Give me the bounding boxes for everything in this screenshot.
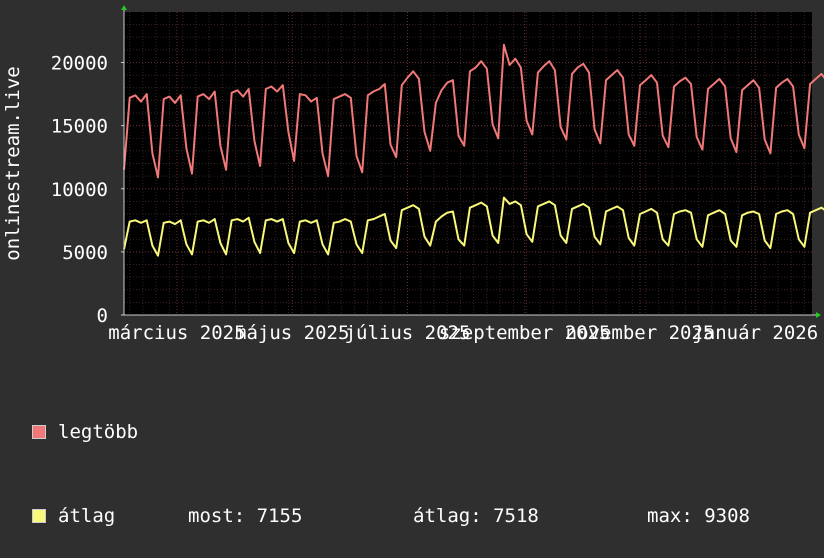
y-ticks: 0 5000 10000 15000 20000: [51, 53, 124, 327]
stat-atlag: átlag: 7518: [413, 505, 539, 527]
y-axis-arrow-icon: [121, 5, 127, 10]
legend-label-atlag: átlag: [58, 505, 116, 527]
x-tick-label: május 2025: [235, 322, 349, 344]
x-tick-label: január 2026: [692, 322, 818, 344]
legend-item-atlag: átlag most: 7155 átlag: 7518 max: 9308: [32, 502, 750, 530]
x-ticks: március 2025május 2025július 2025szeptem…: [108, 322, 818, 344]
legend-item-legtobb: legtöbb: [32, 418, 750, 446]
x-tick-label: március 2025: [108, 322, 245, 344]
x-axis-arrow-icon: [816, 312, 821, 318]
legend-swatch-legtobb: [32, 425, 46, 439]
legend-label-legtobb: legtöbb: [58, 421, 139, 443]
y-tick-label: 15000: [51, 116, 108, 138]
y-tick-label: 0: [97, 305, 108, 327]
y-tick-label: 5000: [62, 242, 108, 264]
y-tick-label: 10000: [51, 179, 108, 201]
y-axis-label: onlinestream.live: [2, 66, 24, 260]
y-tick-label: 20000: [51, 53, 108, 75]
legend: legtöbb átlag most: 7155 átlag: 7518 max…: [32, 362, 750, 558]
stat-most: most: 7155: [188, 505, 303, 527]
legend-swatch-atlag: [32, 509, 46, 523]
stat-max: max: 9308: [647, 505, 750, 527]
